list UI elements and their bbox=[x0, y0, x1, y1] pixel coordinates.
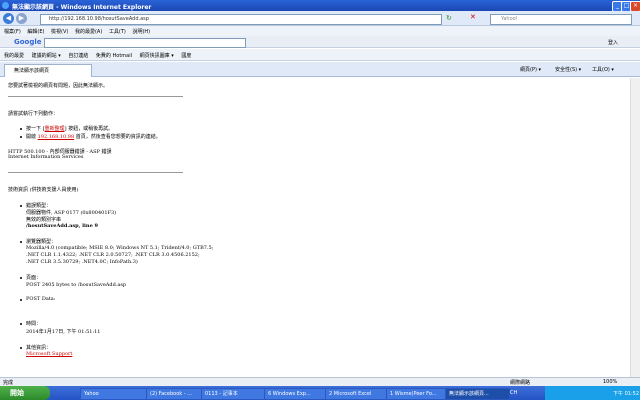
menu-bar: 檔案(F) 編輯(E) 檢視(V) 我的最愛(A) 工具(T) 說明(H) bbox=[0, 26, 640, 36]
menu-tools[interactable]: 工具(T) bbox=[109, 29, 126, 35]
google-signin[interactable]: 登入 bbox=[608, 39, 618, 46]
status-bar: 完成 網際網路 100% bbox=[0, 377, 640, 386]
menu-favorites[interactable]: 我的最愛(A) bbox=[75, 29, 102, 35]
page-menu[interactable]: 網頁(P) ▾ bbox=[520, 66, 541, 73]
err-type-line: 伺服器物件, ASP 0177 (0x800401F3) bbox=[26, 210, 117, 216]
search-placeholder: Yahoo! bbox=[501, 16, 518, 22]
zone-text: 網際網路 bbox=[510, 380, 531, 386]
refresh-icon[interactable]: ↻ bbox=[446, 14, 452, 22]
server-name: Internet Information Services bbox=[8, 154, 84, 160]
refresh-link[interactable]: 重新整理 bbox=[45, 126, 65, 132]
more-label: 其他資訊： bbox=[26, 345, 52, 351]
err-file: /hosutSaveAdd.asp, line 9 bbox=[26, 223, 98, 229]
bullet bbox=[20, 205, 22, 207]
ie-icon bbox=[2, 2, 9, 9]
title-bar: 無法顯示該網頁 - Windows Internet Explorer _ □ … bbox=[0, 0, 640, 12]
zoom-level[interactable]: 100% bbox=[603, 379, 617, 385]
favorites-bar: 我的最愛 建議的網站 ▾ 自訂連結 免費的 Hotmail 網頁快訊圖庫 ▾ 國… bbox=[0, 49, 640, 61]
search-input[interactable]: Yahoo! bbox=[490, 14, 632, 25]
google-toolbar: Google 登入 bbox=[0, 36, 640, 48]
google-search-input[interactable] bbox=[44, 38, 246, 48]
task-excel[interactable]: 2 Microsoft Excel bbox=[325, 388, 388, 400]
tab-error-page[interactable]: 無法顯示該網頁 bbox=[4, 64, 92, 77]
menu-help[interactable]: 說明(H) bbox=[132, 29, 150, 35]
safety-menu[interactable]: 安全性(S) ▾ bbox=[555, 66, 581, 73]
bullet bbox=[20, 323, 22, 325]
menu-file[interactable]: 檔案(F) bbox=[4, 29, 21, 35]
bullet bbox=[20, 277, 22, 279]
time-value: 2014年1月17日, 下午 01:51:11 bbox=[26, 329, 101, 335]
err-type-label: 錯誤類型： bbox=[26, 203, 52, 209]
bullet bbox=[20, 136, 22, 138]
menu-view[interactable]: 檢視(V) bbox=[51, 29, 68, 35]
start-button[interactable]: 開始 bbox=[0, 386, 50, 400]
browser-label: 瀏覽器類型： bbox=[26, 239, 57, 245]
window-title: 無法顯示該網頁 - Windows Internet Explorer bbox=[12, 4, 152, 11]
tech-heading: 技術資訊 (供技術支援人員使用) bbox=[8, 187, 79, 193]
try-item-2: 開啟 192.168.10.98 首頁，然後查看您想要的資訊的連結。 bbox=[26, 134, 161, 140]
tab-label: 無法顯示該網頁 bbox=[14, 68, 50, 74]
tools-menu[interactable]: 工具(O) ▾ bbox=[592, 66, 614, 73]
taskbar: 開始 Yahoo (2) Facebook - ... 0113 - 記事本 6… bbox=[0, 386, 640, 400]
status-text: 完成 bbox=[3, 380, 14, 386]
err-type-line: 無效的類別字串 bbox=[26, 217, 62, 223]
favorites-button[interactable]: 我的最愛 bbox=[4, 53, 24, 59]
system-tray: 下午 01:52 bbox=[545, 386, 640, 400]
home-link[interactable]: 192.168.10.98 bbox=[38, 134, 75, 140]
page-content: 您要試著檢視的網頁有問題，因此無法顯示。 請嘗試執行下列動作： 按一下 [重新整… bbox=[0, 78, 630, 377]
try-heading: 請嘗試執行下列動作： bbox=[8, 111, 59, 117]
task-explorer[interactable]: 6 Windows Exp... bbox=[264, 388, 327, 400]
fav-item-hotmail[interactable]: 免費的 Hotmail bbox=[96, 53, 132, 59]
fav-item-other[interactable]: 國度 bbox=[181, 53, 191, 59]
post-label: POST Data: bbox=[26, 296, 56, 302]
tab-row: 無法顯示該網頁 網頁(P) ▾ 安全性(S) ▾ 工具(O) ▾ bbox=[0, 62, 640, 77]
address-row: ◀ ▶ http://192.168.10.98/hosutSaveAdd.as… bbox=[0, 11, 640, 26]
back-button[interactable]: ◀ bbox=[3, 13, 14, 24]
ms-support-link[interactable]: Microsoft Support bbox=[26, 351, 72, 357]
fav-item-webslice[interactable]: 網頁快訊圖庫 ▾ bbox=[140, 53, 174, 59]
fav-item-custom[interactable]: 自訂連結 bbox=[68, 53, 88, 59]
task-notepad[interactable]: 0113 - 記事本 bbox=[201, 388, 266, 400]
bullet bbox=[20, 241, 22, 243]
language-indicator[interactable]: CH bbox=[510, 390, 517, 396]
time-label: 時間： bbox=[26, 321, 42, 327]
menu-edit[interactable]: 編輯(E) bbox=[27, 29, 44, 35]
forward-button[interactable]: ▶ bbox=[16, 13, 27, 24]
intro-text: 您要試著檢視的網頁有問題，因此無法顯示。 bbox=[8, 83, 109, 89]
browser-line: .NET CLR 1.1.4322; .NET CLR 2.0.50727; .… bbox=[26, 252, 200, 258]
google-logo: Google bbox=[14, 38, 42, 46]
task-ie-active[interactable]: 無法顯示該網頁... bbox=[445, 388, 510, 400]
page-value: POST 2405 bytes to /hosutSaveAdd.asp bbox=[26, 282, 127, 288]
fav-item-suggested[interactable]: 建議的網站 ▾ bbox=[32, 53, 61, 59]
task-facebook[interactable]: (2) Facebook - ... bbox=[146, 388, 203, 400]
divider bbox=[8, 96, 183, 97]
browser-line: Mozilla/4.0 (compatible; MSIE 8.0; Windo… bbox=[26, 245, 214, 251]
browser-line: .NET CLR 3.5.30729; .NET4.0C; InfoPath.3… bbox=[26, 259, 138, 265]
bullet bbox=[20, 128, 22, 130]
bullet bbox=[20, 299, 22, 301]
bullet bbox=[20, 347, 22, 349]
page-label: 頁面： bbox=[26, 275, 42, 281]
task-yahoo[interactable]: Yahoo bbox=[80, 388, 147, 400]
try-item-1: 按一下 [重新整理] 按鈕，或稍後再試。 bbox=[26, 126, 114, 132]
stop-icon[interactable]: ✕ bbox=[470, 13, 476, 21]
task-wisme[interactable]: 1 Wisme(Peer Fo... bbox=[386, 388, 447, 400]
address-field[interactable]: http://192.168.10.98/hosutSaveAdd.asp bbox=[40, 14, 442, 25]
scrollbar[interactable] bbox=[630, 78, 640, 377]
url-text: http://192.168.10.98/hosutSaveAdd.asp bbox=[49, 16, 149, 22]
divider bbox=[8, 172, 183, 173]
clock: 下午 01:52 bbox=[613, 391, 639, 397]
